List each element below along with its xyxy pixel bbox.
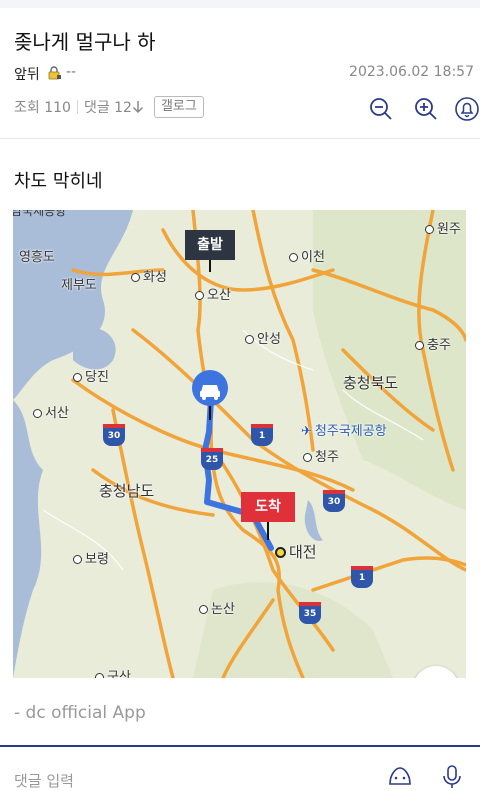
view-count: 조회 110 (14, 100, 71, 116)
place-name: 화성 (143, 270, 167, 285)
destination-dot-icon (275, 547, 286, 558)
place-name: 충청북도 (343, 374, 399, 392)
place-dot-icon (195, 291, 204, 300)
map-place-label: 청주 (303, 446, 339, 465)
highway-shield-icon: 25 (201, 448, 223, 470)
comment-bar-border (0, 745, 480, 747)
place-dot-icon (33, 409, 42, 418)
highway-shield-icon: 1 (351, 566, 373, 588)
airport-icon: ✈ (301, 424, 312, 439)
place-name: 충주 (427, 338, 451, 353)
highway-shield-icon: 35 (299, 602, 321, 624)
place-dot-icon (425, 225, 434, 234)
map-place-label: 보령 (73, 548, 109, 567)
post-stats: 조회 110 댓글 12 갤로그 (14, 96, 204, 120)
place-name: 오산 (207, 288, 231, 303)
place-dot-icon (415, 341, 424, 350)
zoom-out-icon[interactable] (368, 96, 394, 122)
notification-bell-icon[interactable] (454, 96, 480, 122)
place-name: 제부도 (61, 278, 97, 293)
top-strip (0, 0, 480, 8)
map-place-label: 군산 (95, 666, 131, 678)
map-place-label: 영흥도 (19, 246, 55, 265)
map-place-label: 안성 (245, 328, 281, 347)
route-map-image[interactable]: 원주이천화성오산안성 충주당진 충청북도서산 ✈ 청주국제공항청주충청남도보령 대전논산군… (13, 210, 466, 678)
start-marker[interactable]: 출발 (185, 230, 235, 272)
place-dot-icon (289, 253, 298, 262)
post-title: 좆나게 멀구나 하 (14, 30, 156, 54)
end-marker[interactable]: 도착 (241, 492, 295, 542)
map-place-label: 화성 (131, 266, 167, 285)
signature: - dc official App (14, 703, 146, 723)
lake (304, 500, 323, 541)
place-name: 충청남도 (99, 482, 155, 500)
post-body-text: 차도 막히네 (14, 171, 103, 192)
map-place-label: 서산 (33, 402, 69, 421)
fixed-nick-icon (48, 66, 61, 80)
place-dot-icon (303, 453, 312, 462)
highway-shield-icon: 30 (103, 424, 125, 446)
place-name: 서산 (45, 406, 69, 421)
end-marker-pin (267, 522, 269, 540)
place-name: 당진 (85, 370, 109, 385)
place-name: 보령 (85, 552, 109, 567)
map-place-label: 대전 (275, 541, 317, 562)
place-name: 영흥도 (19, 250, 55, 265)
highway-shield-icon: 1 (251, 424, 273, 446)
gallog-button[interactable]: 갤로그 (153, 96, 204, 118)
map-place-label: 충청북도 (343, 372, 398, 393)
map-place-label: 제부도 (61, 274, 97, 293)
place-name: 군산 (107, 670, 131, 678)
map-place-label: ✈ 청주국제공항 (301, 420, 387, 439)
place-name: 청주국제공항 (314, 424, 387, 439)
arrow-down-icon (132, 101, 143, 114)
place-name: 원주 (437, 222, 461, 237)
start-marker-pin (209, 260, 211, 272)
map-place-label: 충청남도 (99, 480, 154, 501)
start-marker-label: 출발 (185, 230, 235, 260)
author-suffix: -- (66, 64, 77, 80)
highway-shield-icon: 30 (323, 490, 345, 512)
map-place-label: 이천 (289, 246, 325, 265)
taxi-icon (192, 370, 228, 420)
author-row: 앞뒤 -- 2023.06.02 18:57 (14, 64, 474, 86)
place-dot-icon (95, 673, 104, 678)
bay (73, 327, 116, 370)
place-dot-icon (73, 555, 82, 564)
place-name: 청주 (315, 450, 339, 465)
map-place-label: 당진 (73, 366, 109, 385)
place-name: 이천 (301, 250, 325, 265)
place-dot-icon (245, 335, 254, 344)
map-place-label-partial: 남국제공항 (13, 210, 67, 218)
sea-west (13, 400, 43, 678)
map-place-label: 원주 (425, 218, 461, 237)
author-name[interactable]: 앞뒤 (14, 64, 40, 84)
mountain-area-east (313, 210, 466, 510)
map-place-label: 충주 (415, 334, 451, 353)
post-date: 2023.06.02 18:57 (349, 64, 474, 80)
place-name: 대전 (289, 543, 317, 561)
place-dot-icon (73, 373, 82, 382)
zoom-in-icon[interactable] (413, 96, 439, 122)
comment-count[interactable]: 댓글 12 (83, 99, 144, 116)
place-dot-icon (199, 605, 208, 614)
end-marker-label: 도착 (241, 492, 295, 522)
stats-divider (76, 100, 78, 114)
dccon-icon[interactable] (386, 762, 414, 790)
map-place-label: 오산 (195, 284, 231, 303)
place-dot-icon (131, 273, 140, 282)
taxi-marker[interactable] (190, 370, 230, 424)
header-divider (0, 138, 480, 139)
comment-count-label: 댓글 12 (83, 100, 132, 116)
voice-icon[interactable] (438, 762, 466, 790)
map-place-label: 논산 (199, 598, 235, 617)
place-name: 논산 (211, 602, 235, 617)
comment-input[interactable]: 댓글 입력 (14, 770, 74, 791)
place-name: 안성 (257, 332, 281, 347)
